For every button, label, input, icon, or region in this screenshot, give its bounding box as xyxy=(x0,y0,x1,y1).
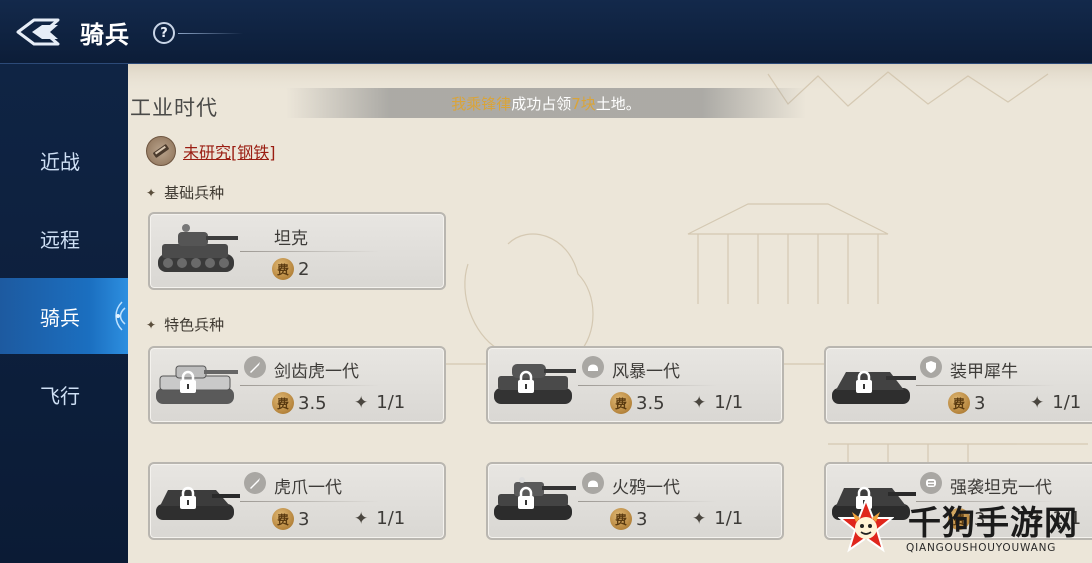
cost-coin-icon: 费 xyxy=(610,508,632,530)
limit-value: 1/1 xyxy=(376,508,406,529)
limit-value: 1/1 xyxy=(1052,392,1082,413)
unit-cost: 费 3 xyxy=(272,508,309,530)
tank-image xyxy=(158,224,238,272)
sidebar-item-air[interactable]: 飞行 xyxy=(0,356,128,432)
section-star-icon: ✦ xyxy=(146,185,157,200)
unit-limit: ✦ 1/1 xyxy=(692,508,743,529)
active-ornament-icon xyxy=(115,301,126,331)
sidebar-item-melee[interactable]: 近战 xyxy=(0,122,128,198)
lock-icon xyxy=(518,370,534,393)
section-label: 基础兵种 xyxy=(164,184,225,202)
helmet-icon xyxy=(582,472,604,494)
category-sidebar: 近战 远程 骑兵 飞行 xyxy=(0,64,128,563)
cost-coin-icon: 费 xyxy=(272,508,294,530)
sidebar-item-label: 远程 xyxy=(40,227,80,252)
unit-content-panel: 工业时代 我乘锋律 成功占领 7块 土地。 未研究[钢铁] ✦ 基础兵种 坦克 … xyxy=(128,64,1092,563)
lock-icon xyxy=(180,370,196,393)
lock-icon xyxy=(180,486,196,509)
unit-name: 坦克 xyxy=(274,229,308,249)
back-arrow-icon xyxy=(16,18,60,46)
card-divider xyxy=(240,251,380,252)
cost-value: 3 xyxy=(974,392,986,414)
unit-name: 剑齿虎一代 xyxy=(274,362,359,382)
limit-value: 1/1 xyxy=(376,392,406,413)
lock-icon xyxy=(518,486,534,509)
lock-icon xyxy=(856,370,872,393)
sword-icon xyxy=(244,472,266,494)
unit-cost: 费 3.5 xyxy=(610,392,665,414)
era-title: 工业时代 xyxy=(130,96,218,120)
unit-card-tank[interactable]: 坦克 费 2 xyxy=(148,212,446,290)
unit-cost: 费 3 xyxy=(948,392,985,414)
back-button[interactable] xyxy=(14,14,68,50)
unit-cost: 费 3.5 xyxy=(272,392,327,414)
cost-value: 2 xyxy=(298,258,310,280)
unit-card-special[interactable]: 火鸦一代 费 3 ✦ 1/1 xyxy=(486,462,784,540)
cost-value: 3 xyxy=(298,508,310,530)
unit-card-special[interactable]: 风暴一代 费 3.5 ✦ 1/1 xyxy=(486,346,784,424)
unit-cost: 费 2 xyxy=(272,258,309,280)
steel-ingot-icon xyxy=(146,136,176,166)
limit-star-icon: ✦ xyxy=(354,392,369,413)
card-divider xyxy=(240,501,380,502)
sidebar-item-label: 近战 xyxy=(40,149,80,174)
research-requirement[interactable]: 未研究[钢铁] xyxy=(146,136,276,166)
basic-units-header: ✦ 基础兵种 xyxy=(146,182,224,203)
special-units-header: ✦ 特色兵种 xyxy=(146,314,224,335)
unit-limit: ✦ 1/1 xyxy=(692,392,743,413)
cost-coin-icon: 费 xyxy=(272,258,294,280)
limit-value: 1/1 xyxy=(714,392,744,413)
cost-value: 3 xyxy=(636,508,648,530)
unit-name: 装甲犀牛 xyxy=(950,362,1018,382)
helmet-icon xyxy=(582,356,604,378)
page-title: 骑兵 xyxy=(80,21,130,49)
watermark-text: 千狗手游网 xyxy=(908,503,1078,542)
sword-icon xyxy=(244,356,266,378)
sidebar-item-cavalry[interactable]: 骑兵 xyxy=(0,278,128,354)
notice-text-end: 土地。 xyxy=(595,94,641,113)
sidebar-item-label: 飞行 xyxy=(40,383,80,408)
unit-name: 虎爪一代 xyxy=(274,478,342,498)
unit-limit: ✦ 1/1 xyxy=(354,392,405,413)
unit-limit: ✦ 1/1 xyxy=(354,508,405,529)
unit-limit: ✦ 1/1 xyxy=(1030,392,1081,413)
star-dog-logo-icon xyxy=(838,498,894,553)
site-watermark: 千狗手游网 QIANGOUSHOUYOUWANG xyxy=(838,494,1090,562)
help-divider xyxy=(178,33,243,34)
unit-card-special[interactable]: 虎爪一代 费 3 ✦ 1/1 xyxy=(148,462,446,540)
horn-icon xyxy=(920,472,942,494)
cost-coin-icon: 费 xyxy=(610,392,632,414)
unit-name: 风暴一代 xyxy=(612,362,680,382)
unit-card-special[interactable]: 剑齿虎一代 费 3.5 ✦ 1/1 xyxy=(148,346,446,424)
notice-text: 成功占领 xyxy=(511,94,572,113)
unit-card-special[interactable]: 装甲犀牛 费 3 ✦ 1/1 xyxy=(824,346,1092,424)
cost-coin-icon: 费 xyxy=(948,392,970,414)
help-button[interactable]: ? xyxy=(153,22,175,44)
notice-count: 7块 xyxy=(571,94,596,113)
card-divider xyxy=(916,385,1056,386)
cost-value: 3.5 xyxy=(636,392,665,414)
limit-star-icon: ✦ xyxy=(1030,392,1045,413)
card-divider xyxy=(578,501,718,502)
sidebar-item-ranged[interactable]: 远程 xyxy=(0,200,128,276)
limit-star-icon: ✦ xyxy=(692,392,707,413)
card-divider xyxy=(240,385,380,386)
section-label: 特色兵种 xyxy=(164,316,225,334)
limit-star-icon: ✦ xyxy=(354,508,369,529)
limit-value: 1/1 xyxy=(714,508,744,529)
notice-banner: 我乘锋律 成功占领 7块 土地。 xyxy=(286,88,806,118)
cost-coin-icon: 费 xyxy=(272,392,294,414)
shield-icon xyxy=(920,356,942,378)
notice-player-name: 我乘锋律 xyxy=(451,94,512,113)
watermark-subtext: QIANGOUSHOUYOUWANG xyxy=(906,542,1057,554)
section-star-icon: ✦ xyxy=(146,317,157,332)
card-divider xyxy=(578,385,718,386)
limit-star-icon: ✦ xyxy=(692,508,707,529)
top-bar: 骑兵 ? xyxy=(0,0,1092,64)
research-link[interactable]: 未研究[钢铁] xyxy=(183,139,276,163)
cost-value: 3.5 xyxy=(298,392,327,414)
unit-name: 火鸦一代 xyxy=(612,478,680,498)
sidebar-item-label: 骑兵 xyxy=(40,305,80,330)
unit-cost: 费 3 xyxy=(610,508,647,530)
